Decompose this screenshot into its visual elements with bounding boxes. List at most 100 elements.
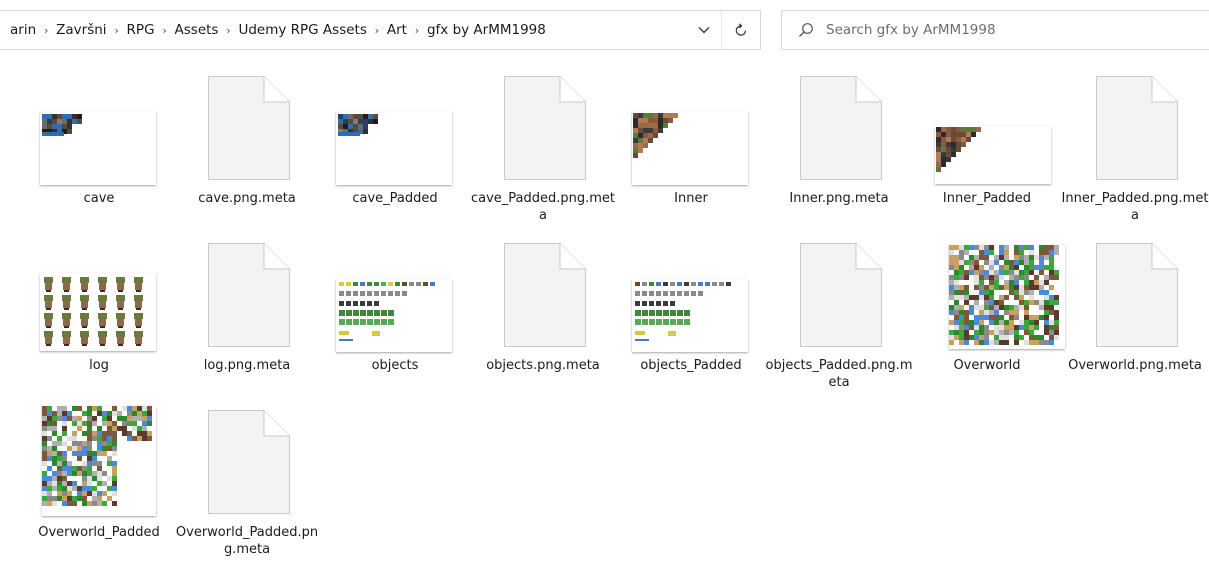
sprite-pixel: [670, 310, 676, 316]
file-item[interactable]: Overworld: [913, 235, 1065, 395]
file-item[interactable]: log: [25, 235, 173, 395]
breadcrumb-item[interactable]: RPG: [126, 22, 156, 38]
sprite-pixel: [353, 301, 358, 306]
sprite-pixel: [42, 132, 64, 136]
file-item[interactable]: Overworld_Padded.png.meta: [173, 402, 321, 562]
sprite-pixel: [936, 167, 941, 172]
sprite-pixel: [360, 310, 366, 316]
breadcrumb-item[interactable]: Assets: [174, 22, 220, 38]
file-item[interactable]: Inner.png.meta: [765, 68, 913, 228]
file-thumbnail: [323, 68, 467, 186]
sprite-pixel: [677, 291, 682, 296]
file-item[interactable]: objects_Padded: [617, 235, 765, 395]
sprite-pixel: [946, 157, 951, 162]
file-item[interactable]: cave_Padded: [321, 68, 469, 228]
search-box[interactable]: [781, 10, 1209, 50]
sprite-pixel: [374, 291, 379, 296]
file-name: objects_Padded: [640, 358, 742, 373]
sprite-pixel: [684, 310, 690, 316]
address-bar[interactable]: arin › Završni › RPG › Assets › Udemy RP…: [0, 10, 761, 50]
sprite-pixel: [656, 282, 661, 286]
breadcrumb-item[interactable]: Završni: [55, 22, 107, 38]
file-item[interactable]: Overworld.png.meta: [1061, 235, 1209, 395]
sprite-pixel: [46, 326, 51, 328]
sprite-pixel: [367, 319, 373, 325]
sprite-pixel: [961, 142, 966, 147]
sprite-pixel: [381, 319, 387, 325]
file-name: Inner: [674, 191, 708, 206]
file-thumbnail: [471, 235, 615, 353]
file-thumbnail: [175, 235, 319, 353]
file-item[interactable]: cave.png.meta: [173, 68, 321, 228]
sprite-pixel: [339, 282, 344, 286]
file-thumbnail: [767, 68, 911, 186]
search-input[interactable]: [826, 11, 1206, 49]
sprite-pixel: [698, 291, 703, 296]
sprite-pixel: [45, 319, 52, 326]
breadcrumb-item[interactable]: gfx by ArMM1998: [426, 22, 547, 38]
file-thumbnail: [915, 68, 1059, 186]
chevron-down-icon: [698, 27, 710, 34]
file-name: objects.png.meta: [486, 358, 600, 373]
file-item[interactable]: Inner: [617, 68, 765, 228]
file-name: Inner_Padded: [942, 191, 1032, 206]
sprite-pixel: [971, 132, 976, 137]
sprite-pixel: [353, 319, 359, 325]
sprite-pixel: [635, 301, 640, 306]
breadcrumb-item[interactable]: Art: [386, 22, 408, 38]
file-item[interactable]: Inner_Padded.png.meta: [1061, 68, 1209, 228]
breadcrumb-separator-icon[interactable]: ›: [408, 24, 426, 37]
sprite-pixel: [395, 291, 400, 296]
breadcrumb-separator-icon[interactable]: ›: [156, 24, 174, 37]
sprite-pixel: [648, 138, 653, 143]
breadcrumb-separator-icon[interactable]: ›: [368, 24, 386, 37]
sprite-pixel: [698, 282, 703, 286]
sprite-pixel: [353, 282, 358, 286]
breadcrumb-separator-icon[interactable]: ›: [37, 24, 55, 37]
sprite-pixel: [147, 421, 152, 426]
file-item[interactable]: objects: [321, 235, 469, 395]
sprite-pixel: [1049, 340, 1054, 345]
sprite-pixel: [1049, 285, 1054, 290]
sprite-pixel: [726, 282, 731, 286]
file-name: Inner_Padded.png.meta: [1061, 191, 1209, 223]
file-thumbnail: [1063, 235, 1207, 353]
sprite-pixel: [395, 282, 400, 286]
sprite-pixel: [656, 310, 662, 316]
file-item[interactable]: cave_Padded.png.meta: [469, 68, 617, 228]
breadcrumb-separator-icon[interactable]: ›: [108, 24, 126, 37]
sprite-pixel: [339, 301, 344, 306]
sprite-pixel: [360, 282, 365, 286]
file-item[interactable]: objects.png.meta: [469, 235, 617, 395]
refresh-button[interactable]: [726, 17, 756, 43]
sprite-pixel: [388, 319, 394, 325]
sprite-pixel: [684, 319, 690, 325]
sprite-pixel: [63, 337, 70, 344]
sprite-pixel: [643, 143, 648, 148]
file-item[interactable]: Overworld_Padded: [25, 402, 173, 562]
file-thumbnail: [27, 235, 171, 353]
sprite-pixel: [99, 301, 106, 308]
sprite-pixel: [642, 282, 647, 286]
address-history-dropdown-button[interactable]: [689, 19, 719, 41]
file-item[interactable]: log.png.meta: [173, 235, 321, 395]
sprite-pixel: [691, 282, 696, 286]
breadcrumb-item[interactable]: arin: [9, 22, 37, 38]
breadcrumb-item[interactable]: Udemy RPG Assets: [237, 22, 367, 38]
sprite-pixel: [63, 319, 70, 326]
sprite-pixel: [135, 283, 142, 290]
file-item[interactable]: objects_Padded.png.meta: [765, 235, 913, 395]
sprite-pixel: [64, 344, 69, 346]
sprite-pixel: [656, 291, 661, 296]
sprite-pixel: [670, 301, 675, 306]
file-item[interactable]: cave: [25, 68, 173, 228]
document-icon: [800, 243, 882, 347]
sprite-pixel: [966, 137, 971, 142]
sprite-pixel: [374, 310, 380, 316]
sprite-pixel: [367, 282, 372, 286]
file-thumbnail: [471, 68, 615, 186]
breadcrumb-separator-icon[interactable]: ›: [219, 24, 237, 37]
file-item[interactable]: Inner_Padded: [913, 68, 1061, 228]
sprite-pixel: [649, 282, 654, 286]
sprite-pixel: [136, 344, 141, 346]
